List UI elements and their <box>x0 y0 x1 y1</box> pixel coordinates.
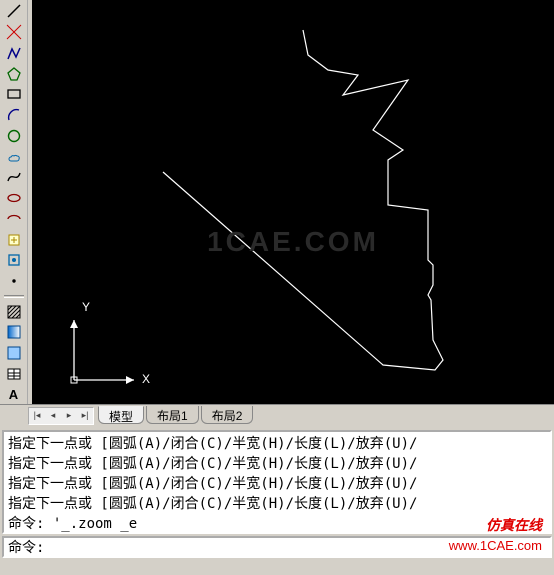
command-history-line: 指定下一点或 [圆弧(A)/闭合(C)/半宽(H)/长度(L)/放弃(U)/ <box>8 494 546 514</box>
polyline-drawing <box>163 30 443 370</box>
region-icon[interactable] <box>3 344 25 363</box>
tab-model[interactable]: 模型 <box>98 406 144 424</box>
ellipse-icon[interactable] <box>3 189 25 208</box>
point-icon[interactable] <box>3 272 25 291</box>
arc-icon[interactable] <box>3 106 25 125</box>
command-history: 指定下一点或 [圆弧(A)/闭合(C)/半宽(H)/长度(L)/放弃(U)/ 指… <box>2 430 552 534</box>
text-icon[interactable]: A <box>3 385 25 404</box>
circle-icon[interactable] <box>3 127 25 146</box>
command-prompt: 命令: <box>8 537 44 557</box>
gradient-icon[interactable] <box>3 323 25 342</box>
tab-layout2[interactable]: 布局2 <box>201 406 254 424</box>
command-history-line: 指定下一点或 [圆弧(A)/闭合(C)/半宽(H)/长度(L)/放弃(U)/ <box>8 434 546 454</box>
drawing-canvas[interactable]: 1CAE.COM X Y <box>32 0 554 404</box>
watermark-brand: 仿真在线 <box>486 515 542 535</box>
command-history-line: 指定下一点或 [圆弧(A)/闭合(C)/半宽(H)/长度(L)/放弃(U)/ <box>8 474 546 494</box>
command-history-line: 命令: '_.zoom _e <box>8 514 546 534</box>
tab-nav-prev-icon[interactable]: ◂ <box>45 408 61 424</box>
hatch-icon[interactable] <box>3 302 25 321</box>
drawing-area-wrap: 1CAE.COM X Y <box>28 0 554 404</box>
tab-strip: |◂ ◂ ▸ ▸| 模型 布局1 布局2 <box>0 404 554 426</box>
rectangle-icon[interactable] <box>3 85 25 104</box>
watermark-url: www.1CAE.com <box>449 538 542 553</box>
tab-nav-first-icon[interactable]: |◂ <box>29 408 45 424</box>
tab-nav-next-icon[interactable]: ▸ <box>61 408 77 424</box>
tab-layout1[interactable]: 布局1 <box>146 406 199 424</box>
spline-icon[interactable] <box>3 168 25 187</box>
tab-nav-buttons: |◂ ◂ ▸ ▸| <box>28 407 94 425</box>
command-history-line: 指定下一点或 [圆弧(A)/闭合(C)/半宽(H)/长度(L)/放弃(U)/ <box>8 454 546 474</box>
insert-block-icon[interactable] <box>3 230 25 249</box>
polygon-icon[interactable] <box>3 64 25 83</box>
ucs-y-label: Y <box>82 300 90 314</box>
polyline-icon[interactable] <box>3 44 25 63</box>
make-block-icon[interactable] <box>3 251 25 270</box>
tab-nav-last-icon[interactable]: ▸| <box>77 408 93 424</box>
ucs-x-label: X <box>142 372 150 386</box>
toolbar-separator <box>4 295 24 299</box>
construction-line-icon[interactable] <box>3 23 25 42</box>
canvas-watermark: 1CAE.COM <box>207 226 379 258</box>
revision-cloud-icon[interactable] <box>3 147 25 166</box>
ellipse-arc-icon[interactable] <box>3 210 25 229</box>
draw-toolbar: A <box>0 0 28 404</box>
table-icon[interactable] <box>3 364 25 383</box>
line-icon[interactable] <box>3 2 25 21</box>
